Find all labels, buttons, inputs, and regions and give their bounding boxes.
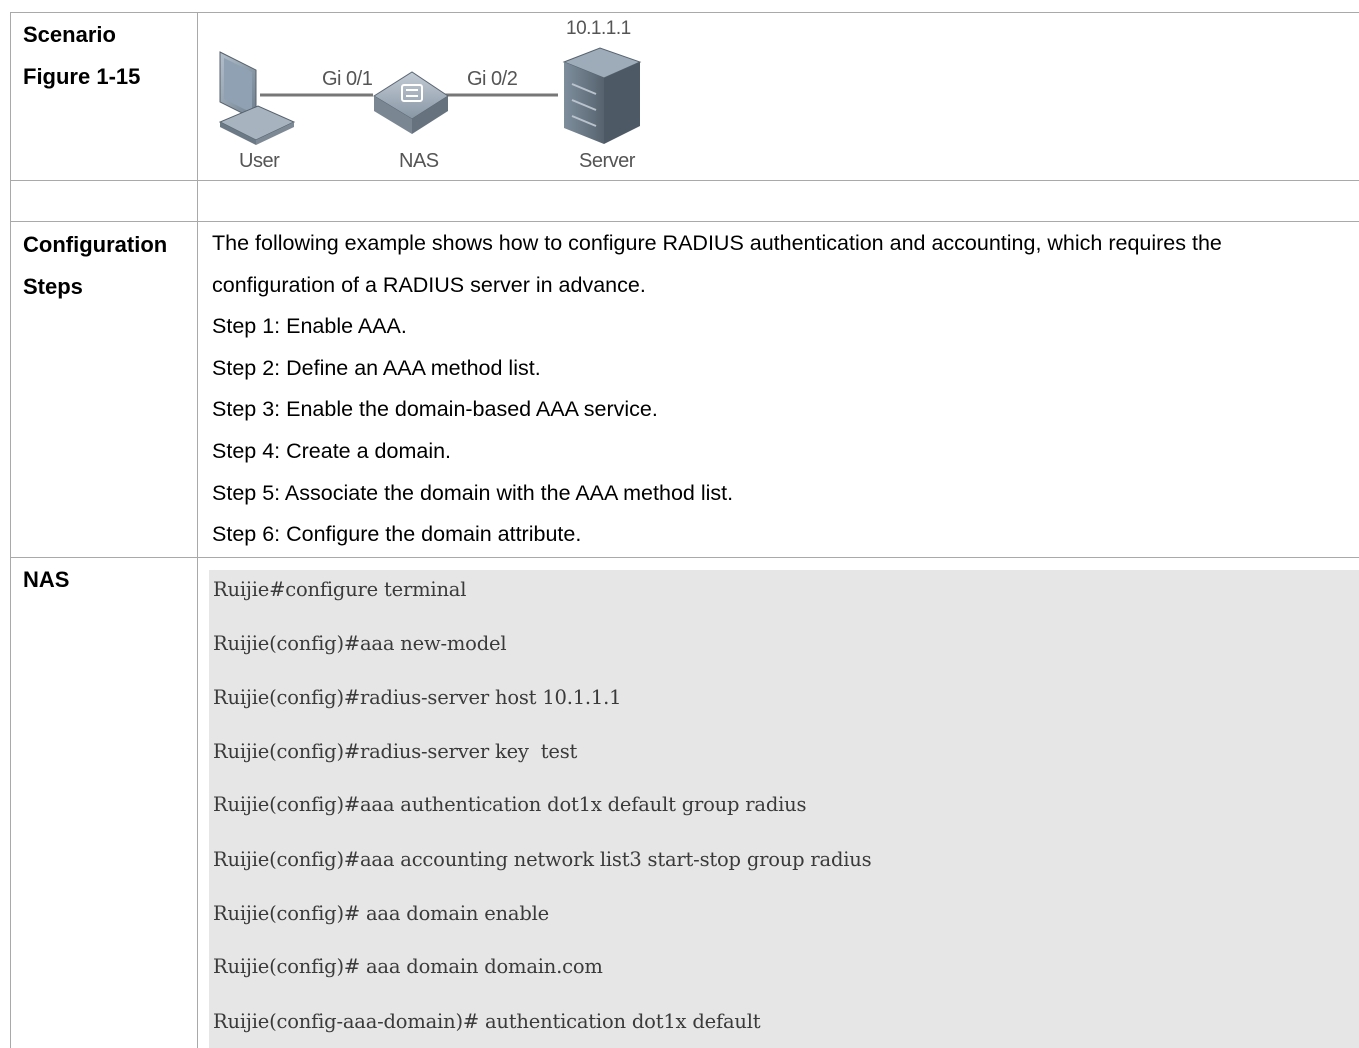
code-line: Ruijie(config)#aaa authentication dot1x … (213, 793, 807, 816)
step-3: Step 3: Enable the domain-based AAA serv… (212, 397, 658, 422)
nas-label: NAS (23, 567, 70, 592)
link-label-gi02: Gi 0/2 (467, 68, 518, 90)
code-line: Ruijie#configure terminal (213, 578, 467, 601)
scenario-label: Scenario (23, 22, 116, 47)
step-2: Step 2: Define an AAA method list. (212, 355, 541, 380)
step-5: Step 5: Associate the domain with the AA… (212, 480, 734, 505)
figure-label: Figure 1-15 (23, 64, 141, 89)
code-line: Ruijie(config)#aaa accounting network li… (213, 848, 872, 871)
document-table: Scenario Figure 1-15 10.1.1.1 Gi 0/1 Gi … (10, 12, 1359, 1048)
switch-icon (373, 71, 449, 134)
configuration-label: Configuration (23, 232, 168, 257)
nas-device-label: NAS (399, 150, 439, 172)
server-icon (562, 47, 642, 144)
laptop-icon (218, 51, 296, 145)
step-1: Step 1: Enable AAA. (212, 314, 407, 339)
step-4: Step 4: Create a domain. (212, 438, 452, 463)
nas-code-block: Ruijie#configure terminal Ruijie(config)… (209, 570, 1359, 1048)
code-line: Ruijie(config)#radius-server key test (213, 740, 578, 763)
code-line: Ruijie(config)#aaa new-model (213, 632, 507, 655)
step-6: Step 6: Configure the domain attribute. (212, 522, 582, 547)
code-line: Ruijie(config-aaa-domain)# authenticatio… (213, 1010, 761, 1033)
table-border-left (10, 12, 11, 1048)
code-line: Ruijie(config)#radius-server host 10.1.1… (213, 686, 622, 709)
steps-label: Steps (23, 274, 83, 299)
user-label: User (239, 150, 280, 172)
row-divider (10, 557, 1359, 558)
link-label-gi01: Gi 0/1 (322, 68, 373, 90)
code-line: Ruijie(config)# aaa domain domain.com (213, 955, 603, 978)
code-line: Ruijie(config)# aaa domain enable (213, 902, 550, 925)
row-divider (10, 180, 1359, 181)
row-divider (10, 221, 1359, 222)
network-topology-diagram: 10.1.1.1 Gi 0/1 Gi 0/2 User NAS Server (198, 12, 678, 180)
server-ip-label: 10.1.1.1 (566, 18, 631, 39)
configuration-steps-text: The following example shows how to confi… (212, 223, 1357, 556)
server-label: Server (579, 150, 635, 172)
intro-line-1: The following example shows how to confi… (212, 231, 1222, 255)
intro-line-2: configuration of a RADIUS server in adva… (212, 272, 646, 297)
